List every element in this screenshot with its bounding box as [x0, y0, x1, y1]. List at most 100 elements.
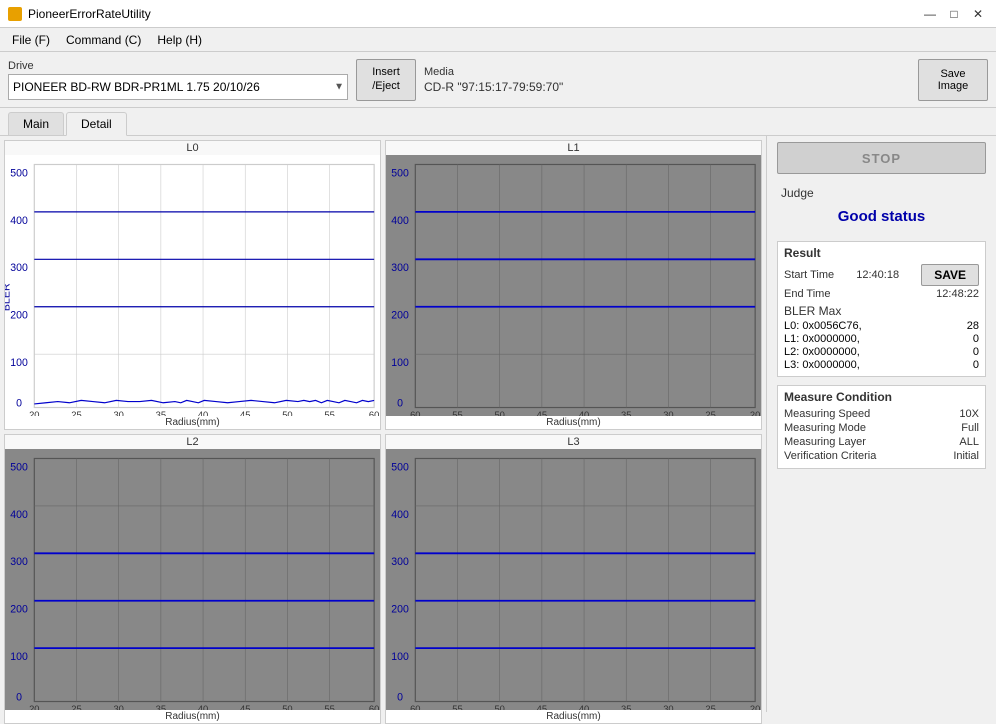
chart-l3-body: 500 400 300 200 100 0 — [386, 449, 761, 710]
svg-text:300: 300 — [10, 556, 28, 568]
end-time-value: 12:48:22 — [936, 288, 979, 300]
svg-text:40: 40 — [198, 409, 208, 416]
measure-condition-title: Measure Condition — [784, 390, 979, 404]
media-label: Media — [424, 66, 910, 78]
svg-text:500: 500 — [391, 461, 409, 473]
svg-text:0: 0 — [16, 691, 22, 703]
menu-command[interactable]: Command (C) — [58, 31, 149, 49]
svg-text:20: 20 — [29, 409, 39, 416]
menu-file[interactable]: File (F) — [4, 31, 58, 49]
svg-text:400: 400 — [391, 509, 409, 521]
svg-text:500: 500 — [391, 167, 409, 179]
measure-criteria-row: Verification Criteria Initial — [784, 450, 979, 462]
svg-text:45: 45 — [537, 409, 547, 416]
svg-text:60: 60 — [410, 409, 420, 416]
measuring-layer-value: ALL — [959, 436, 979, 448]
bler-l0-val: 28 — [967, 320, 979, 332]
svg-text:50: 50 — [282, 409, 292, 416]
chart-l1-xlabel: Radius(mm) — [386, 416, 761, 429]
result-end-time-row: End Time 12:48:22 — [784, 288, 979, 300]
start-time-value: 12:40:18 — [856, 269, 899, 281]
chart-l1-svg: 500 400 300 200 100 0 — [386, 155, 761, 416]
measure-condition-box: Measure Condition Measuring Speed 10X Me… — [777, 385, 986, 469]
svg-text:20: 20 — [29, 703, 39, 710]
judge-box: Judge Good status — [777, 182, 986, 233]
bler-max-title: BLER Max — [784, 304, 979, 318]
svg-text:300: 300 — [391, 556, 409, 568]
chart-l0-svg: 500 400 300 200 100 0 BLER — [5, 155, 380, 416]
verification-criteria-label: Verification Criteria — [784, 450, 876, 462]
chart-l1: L1 500 400 300 200 100 0 — [385, 140, 762, 430]
close-button[interactable]: ✕ — [968, 4, 988, 24]
svg-text:0: 0 — [397, 691, 403, 703]
svg-text:BLER: BLER — [5, 283, 13, 311]
toolbar: Drive PIONEER BD-RW BDR-PR1ML 1.75 20/10… — [0, 52, 996, 108]
svg-text:40: 40 — [579, 409, 589, 416]
svg-text:55: 55 — [324, 703, 334, 710]
minimize-button[interactable]: — — [920, 4, 940, 24]
chart-l2-svg: 500 400 300 200 100 0 — [5, 449, 380, 710]
drive-select-wrapper: PIONEER BD-RW BDR-PR1ML 1.75 20/10/26 — [8, 74, 348, 100]
drive-label: Drive — [8, 60, 348, 72]
svg-text:40: 40 — [579, 703, 589, 710]
bler-row-l3: L3: 0x0000000, 0 — [784, 359, 979, 371]
result-title: Result — [784, 246, 979, 260]
result-start-time-row: Start Time 12:40:18 SAVE — [784, 264, 979, 286]
insert-eject-label: Insert/Eject — [372, 66, 400, 92]
chart-l3: L3 500 400 300 200 100 0 — [385, 434, 762, 724]
svg-text:400: 400 — [10, 215, 28, 227]
svg-text:55: 55 — [324, 409, 334, 416]
drive-select[interactable]: PIONEER BD-RW BDR-PR1ML 1.75 20/10/26 — [8, 74, 348, 100]
svg-text:300: 300 — [391, 262, 409, 274]
svg-text:55: 55 — [452, 409, 462, 416]
svg-text:300: 300 — [10, 262, 28, 274]
menu-help[interactable]: Help (H) — [149, 31, 210, 49]
title-bar-left: PioneerErrorRateUtility — [8, 7, 151, 21]
save-image-button[interactable]: SaveImage — [918, 59, 988, 101]
app-icon — [8, 7, 22, 21]
chart-l2-title: L2 — [5, 435, 380, 449]
svg-text:50: 50 — [494, 703, 504, 710]
svg-text:30: 30 — [113, 703, 123, 710]
svg-text:60: 60 — [369, 409, 379, 416]
bler-row-l1: L1: 0x0000000, 0 — [784, 333, 979, 345]
chart-l1-body: 500 400 300 200 100 0 — [386, 155, 761, 416]
menu-bar: File (F) Command (C) Help (H) — [0, 28, 996, 52]
drive-section: Drive PIONEER BD-RW BDR-PR1ML 1.75 20/10… — [8, 60, 348, 100]
bler-l1-val: 0 — [973, 333, 979, 345]
tab-main[interactable]: Main — [8, 112, 64, 135]
tab-detail[interactable]: Detail — [66, 112, 127, 136]
chart-l3-xlabel: Radius(mm) — [386, 710, 761, 723]
svg-text:35: 35 — [156, 409, 166, 416]
svg-text:30: 30 — [113, 409, 123, 416]
svg-text:60: 60 — [369, 703, 379, 710]
stop-button[interactable]: STOP — [777, 142, 986, 174]
bler-l2-key: L2: 0x0000000, — [784, 346, 860, 358]
sidebar: STOP Judge Good status Result Start Time… — [766, 136, 996, 712]
svg-text:25: 25 — [71, 409, 81, 416]
svg-text:40: 40 — [198, 703, 208, 710]
measure-layer-row: Measuring Layer ALL — [784, 436, 979, 448]
svg-text:500: 500 — [10, 461, 28, 473]
title-bar-controls: — □ ✕ — [920, 4, 988, 24]
maximize-button[interactable]: □ — [944, 4, 964, 24]
chart-l2-body: 500 400 300 200 100 0 — [5, 449, 380, 710]
bler-row-l2: L2: 0x0000000, 0 — [784, 346, 979, 358]
svg-text:45: 45 — [537, 703, 547, 710]
svg-text:35: 35 — [621, 703, 631, 710]
bler-l1-key: L1: 0x0000000, — [784, 333, 860, 345]
save-result-button[interactable]: SAVE — [921, 264, 979, 286]
chart-l0-body: 500 400 300 200 100 0 BLER — [5, 155, 380, 416]
result-box: Result Start Time 12:40:18 SAVE End Time… — [777, 241, 986, 377]
chart-l0-title: L0 — [5, 141, 380, 155]
svg-text:45: 45 — [240, 409, 250, 416]
insert-eject-button[interactable]: Insert/Eject — [356, 59, 416, 101]
save-image-label: SaveImage — [938, 68, 969, 92]
svg-text:500: 500 — [10, 167, 28, 179]
media-value: CD-R "97:15:17-79:59:70" — [424, 80, 910, 94]
chart-l2-xlabel: Radius(mm) — [5, 710, 380, 723]
svg-text:400: 400 — [391, 215, 409, 227]
svg-text:35: 35 — [621, 409, 631, 416]
title-bar: PioneerErrorRateUtility — □ ✕ — [0, 0, 996, 28]
svg-text:0: 0 — [397, 397, 403, 409]
